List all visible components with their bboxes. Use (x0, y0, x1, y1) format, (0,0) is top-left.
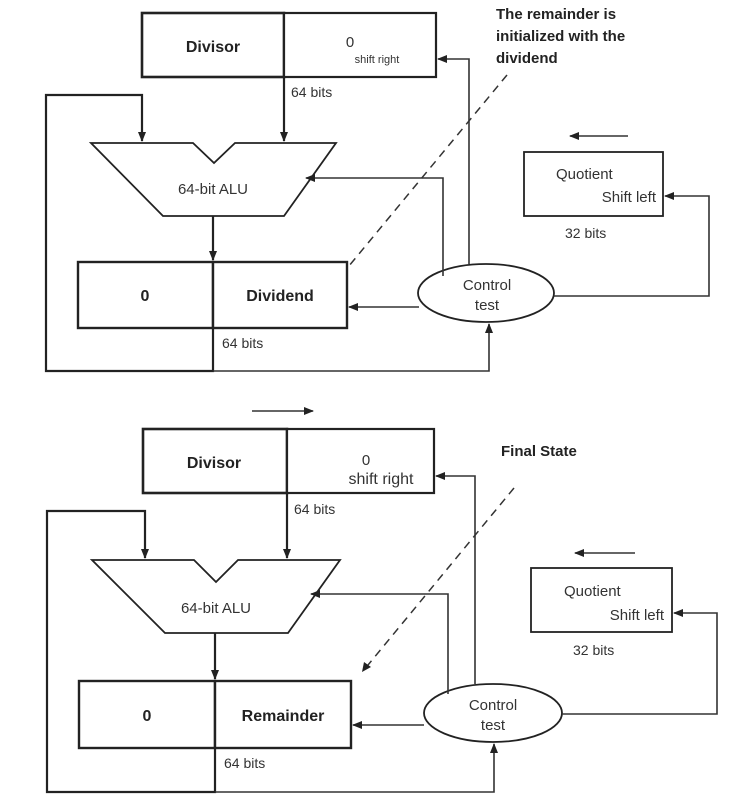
quotient-shift-left-label: Shift left (610, 607, 665, 624)
alu-final: 64-bit ALU (89, 559, 342, 634)
quotient-shift-left-label: Shift left (602, 189, 657, 206)
divisor-width-label: 64 bits (291, 84, 332, 100)
divisor-zero-value: 0 (362, 452, 370, 469)
control-label: Control (463, 277, 511, 294)
quotient-label: Quotient (556, 166, 614, 183)
division-hardware-diagram: Divisor 0 shift right 64 bits The remain… (44, 6, 718, 794)
quotient-width-label: 32 bits (565, 225, 606, 241)
alu-label: 64-bit ALU (181, 600, 251, 617)
quotient-width-label: 32 bits (573, 642, 614, 658)
alu: 64-bit ALU (88, 142, 338, 217)
divisor-label: Divisor (186, 39, 240, 56)
control-test: Control test (417, 263, 555, 323)
control-to-divisor-wire (435, 472, 476, 684)
annotation-pointer-dashed-line (343, 74, 508, 273)
remainder-feedback-wire (44, 93, 215, 373)
quotient-label: Quotient (564, 583, 622, 600)
divisor-width-label: 64 bits (294, 501, 335, 517)
remainder-width-label: 64 bits (224, 755, 265, 771)
alu-label: 64-bit ALU (178, 181, 248, 198)
divisor-right-cell (282, 11, 438, 79)
divisor-register-final: Divisor 0 shift right 64 bits (141, 427, 436, 517)
alu-shape (88, 142, 338, 217)
divisor-register: Divisor 0 shift right 64 bits (140, 11, 438, 100)
test-label: test (481, 717, 506, 734)
divisor-shift-right-label: shift right (355, 54, 400, 66)
quotient-box (523, 151, 664, 217)
quotient-register-final: Quotient Shift left 32 bits (530, 549, 673, 658)
divisor-shift-right-label: shift right (349, 471, 414, 488)
final-state-label: Final State (501, 443, 577, 460)
control-to-alu-wire (310, 590, 449, 694)
control-label: Control (469, 697, 517, 714)
initial-state-panel: Divisor 0 shift right 64 bits The remain… (44, 6, 710, 373)
remainder-label: Remainder (242, 708, 325, 725)
test-label: test (475, 297, 500, 314)
divisor-label: Divisor (187, 455, 241, 472)
alu-shape (89, 559, 342, 634)
annotation-line-1: The remainder is (496, 6, 616, 23)
dividend-label: Dividend (246, 288, 314, 305)
remainder-feedback-wire (45, 509, 217, 794)
remainder-left-zero: 0 (141, 288, 150, 305)
quotient-register: Quotient Shift left 32 bits (523, 132, 664, 241)
annotation-line-3: dividend (496, 50, 558, 67)
remainder-width-label: 64 bits (222, 335, 263, 351)
final-state-pointer-dashed-line (367, 487, 515, 666)
remainder-left-zero: 0 (143, 708, 152, 725)
divisor-zero-value: 0 (346, 34, 354, 51)
control-test-final: Control test (423, 683, 563, 743)
annotation-line-2: initialized with the (496, 28, 625, 45)
final-state-panel: Divisor 0 shift right 64 bits Final Stat… (45, 407, 718, 794)
